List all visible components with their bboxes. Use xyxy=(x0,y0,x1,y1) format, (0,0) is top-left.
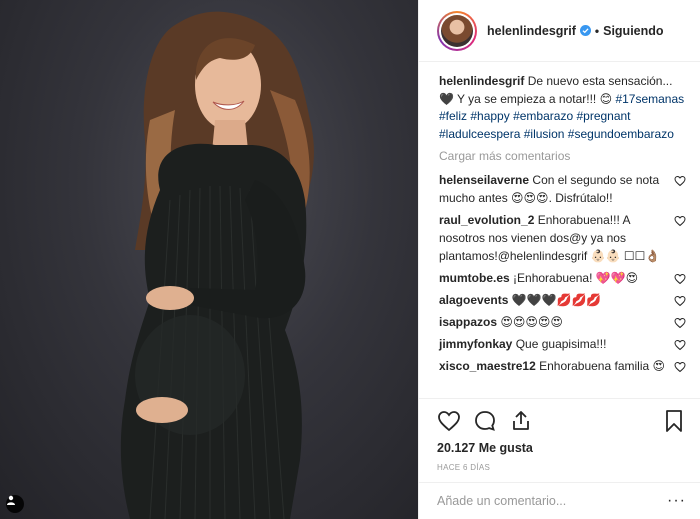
hashtag[interactable]: #ladulceespera xyxy=(439,127,520,141)
comment-item: mumtobe.es ¡Enhorabuena! 💖💖😍 xyxy=(439,269,686,287)
hashtag[interactable]: #feliz xyxy=(439,109,467,123)
comment-like-heart-icon[interactable] xyxy=(674,175,686,187)
comment-username[interactable]: alagoevents xyxy=(439,293,508,307)
comment-text: 😍😍😍😍😍 xyxy=(500,315,563,329)
comment-like-heart-icon[interactable] xyxy=(674,215,686,227)
comment-item: jimmyfonkay Que guapisima!!! xyxy=(439,335,686,353)
comments-list[interactable]: helenlindesgrif De nuevo esta sensación.… xyxy=(419,63,700,396)
following-button[interactable]: Siguiendo xyxy=(603,24,663,38)
comment-username[interactable]: raul_evolution_2 xyxy=(439,213,534,227)
share-icon[interactable] xyxy=(509,409,533,433)
comment-bubble-icon[interactable] xyxy=(473,409,497,433)
comment-input[interactable] xyxy=(437,494,668,508)
header-username[interactable]: helenlindesgrif xyxy=(487,24,576,38)
verified-badge-icon xyxy=(579,25,591,36)
header-separator: • xyxy=(594,23,600,38)
avatar[interactable] xyxy=(437,10,477,51)
post-actions: 20.127 Me gusta HACE 6 DÍAS xyxy=(419,398,700,472)
post-caption: helenlindesgrif De nuevo esta sensación.… xyxy=(439,73,686,143)
action-icons-row xyxy=(437,407,686,435)
more-options-button[interactable]: ··· xyxy=(667,492,686,510)
comment-text: ¡Enhorabuena! 💖💖😍 xyxy=(513,271,639,285)
load-more-comments-button[interactable]: Cargar más comentarios xyxy=(439,149,686,163)
hashtag[interactable]: #embarazo xyxy=(513,109,573,123)
hashtag[interactable]: #happy xyxy=(470,109,509,123)
avatar-image xyxy=(441,14,473,47)
comment-like-heart-icon[interactable] xyxy=(674,273,686,285)
comment-username[interactable]: xisco_maestre12 xyxy=(439,359,536,373)
comment-item: isappazos 😍😍😍😍😍 xyxy=(439,313,686,331)
instagram-post-view: helenlindesgrif • Siguiendo helenlindesg… xyxy=(0,0,700,519)
comment-like-heart-icon[interactable] xyxy=(674,339,686,351)
comment-item: alagoevents 🖤🖤🖤💋💋💋 xyxy=(439,291,686,309)
heart-icon[interactable] xyxy=(437,409,461,433)
hashtag[interactable]: #pregnant xyxy=(576,109,630,123)
comment-like-heart-icon[interactable] xyxy=(674,361,686,373)
bookmark-icon[interactable] xyxy=(662,409,686,433)
caption-username[interactable]: helenlindesgrif xyxy=(439,74,524,88)
comment-like-heart-icon[interactable] xyxy=(674,295,686,307)
comment-item: xisco_maestre12 Enhorabuena familia 😍 xyxy=(439,357,686,375)
avatar-frame xyxy=(439,12,475,49)
comment-item: raul_evolution_2 Enhorabuena!!! A nosotr… xyxy=(439,211,686,265)
comment-item: helenseilaverne Con el segundo se nota m… xyxy=(439,171,686,207)
add-comment-bar: ··· xyxy=(419,482,700,519)
post-photo[interactable] xyxy=(0,0,418,519)
hashtag[interactable]: #segundoembarazo xyxy=(568,127,674,141)
comment-text: Que guapisima!!! xyxy=(515,337,607,351)
tagged-people-button[interactable] xyxy=(6,495,24,513)
comment-username[interactable]: helenseilaverne xyxy=(439,173,529,187)
comment-text: Enhorabuena familia 😍 xyxy=(539,359,666,373)
hashtag[interactable]: #ilusion xyxy=(524,127,565,141)
comment-like-heart-icon[interactable] xyxy=(674,317,686,329)
person-icon xyxy=(7,495,15,505)
post-side-panel: helenlindesgrif • Siguiendo helenlindesg… xyxy=(418,0,700,519)
post-timestamp[interactable]: HACE 6 DÍAS xyxy=(437,463,686,472)
comment-text: 🖤🖤🖤💋💋💋 xyxy=(511,293,602,307)
likes-count[interactable]: 20.127 Me gusta xyxy=(437,441,686,455)
photo-illustration xyxy=(120,11,314,519)
comment-username[interactable]: mumtobe.es xyxy=(439,271,510,285)
comment-username[interactable]: jimmyfonkay xyxy=(439,337,512,351)
post-header: helenlindesgrif • Siguiendo xyxy=(419,0,700,62)
hashtag[interactable]: #17semanas xyxy=(615,92,684,106)
comment-username[interactable]: isappazos xyxy=(439,315,497,329)
